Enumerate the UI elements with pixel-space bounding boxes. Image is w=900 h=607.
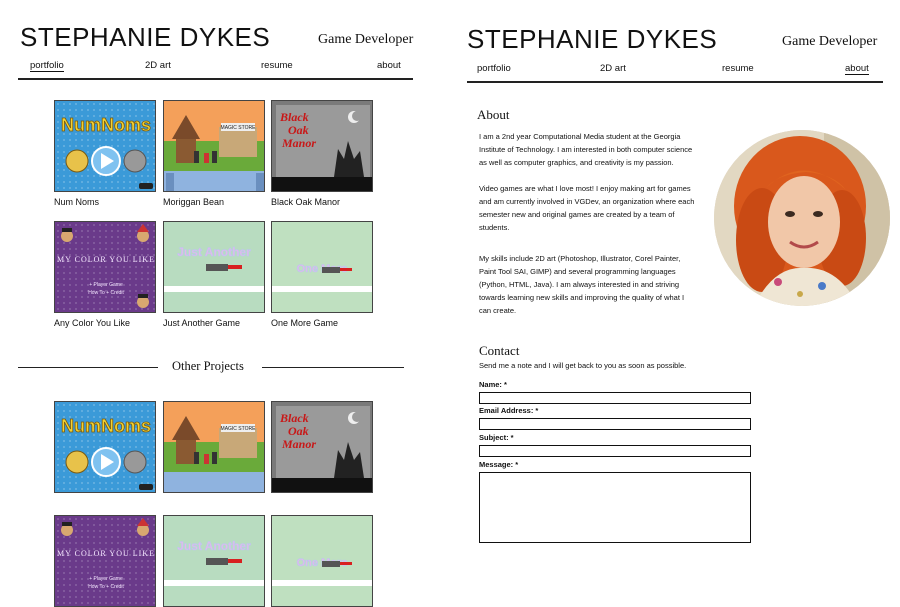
svg-text:How To + Credit: How To + Credit [88,584,124,590]
site-subtitle-about: Game Developer [782,34,878,49]
moriggan-bean-art: MAGIC STORE [164,101,264,191]
svg-text:MY COLOR YOU LIKE: MY COLOR YOU LIKE [57,255,155,264]
any-color-art-2: MY COLOR YOU LIKE + Player Game How To +… [55,516,155,606]
other-projects-heading: Other Projects [172,359,244,373]
nav-portfolio[interactable]: portfolio [30,60,64,72]
svg-text:MY COLOR YOU LIKE: MY COLOR YOU LIKE [57,549,155,558]
nav-bar: portfolio 2D art resume about [18,60,413,80]
svg-text:+ Player Game: + Player Game [89,282,123,288]
thumb-moriggan-bean-2[interactable]: MAGIC STORE [163,401,265,493]
thumb-one-more-2[interactable]: One More [271,515,373,607]
any-color-art: MY COLOR YOU LIKE + Player Game How To +… [55,222,155,312]
nav-resume[interactable]: resume [261,60,293,71]
caption-black-oak-manor: Black Oak Manor [271,197,341,207]
svg-text:MAGIC STORE: MAGIC STORE [221,125,257,131]
subject-label: Subject: * [479,433,514,442]
name-label: Name: * [479,380,507,389]
just-another-art-2: Just Another [164,516,264,606]
svg-text:NumNoms: NumNoms [61,416,151,436]
black-oak-manor-art: Black Oak Manor [272,101,372,191]
num-noms-art-2: NumNoms [55,402,155,492]
message-field[interactable] [479,472,751,543]
one-more-art: One More [272,222,372,312]
contact-heading: Contact [479,343,520,358]
thumb-num-noms[interactable]: NumNoms [54,100,156,192]
site-title-about: STEPHANIE DYKES [467,24,718,54]
svg-text:MAGIC STORE: MAGIC STORE [221,426,257,432]
thumb-any-color-you-like[interactable]: MY COLOR YOU LIKE + Player Game How To +… [54,221,156,313]
portfolio-page: STEPHANIE DYKES Game Developer portfolio… [0,0,430,607]
caption-one-more: One More Game [271,318,339,328]
svg-text:Black: Black [279,110,309,124]
svg-text:Oak: Oak [288,424,309,438]
contact-intro: Send me a note and I will get back to yo… [479,361,687,370]
message-label: Message: * [479,460,519,469]
svg-text:Manor: Manor [281,437,316,451]
name-field[interactable] [479,392,751,404]
profile-photo [714,130,890,306]
svg-text:+ Player Game: + Player Game [89,576,123,582]
caption-num-noms: Num Noms [54,197,100,207]
nav-portfolio[interactable]: portfolio [477,63,511,74]
svg-text:Just Another: Just Another [177,245,251,259]
svg-text:Oak: Oak [288,123,309,137]
about-paragraph-1: I am a 2nd year Computational Media stud… [479,132,693,167]
caption-any-color: Any Color You Like [54,318,131,328]
divider-right [262,367,404,368]
num-noms-art: NumNoms [55,101,155,191]
caption-just-another: Just Another Game [163,318,241,328]
thumb-num-noms-2[interactable]: NumNoms [54,401,156,493]
moriggan-bean-art-2: MAGIC STORE [164,402,264,492]
about-heading: About [477,107,510,122]
nav-about[interactable]: about [845,63,869,75]
thumb-just-another-game[interactable]: Just Another [163,221,265,313]
site-subtitle: Game Developer [318,32,414,47]
thumb-one-more-game[interactable]: One More [271,221,373,313]
subject-field[interactable] [479,445,751,457]
nav-bar-about: portfolio 2D art resume about [467,63,883,83]
thumb-black-oak-manor[interactable]: Black Oak Manor [271,100,373,192]
about-paragraph-3: My skills include 2D art (Photoshop, Ill… [479,254,685,315]
email-field[interactable] [479,418,751,430]
svg-text:NumNoms: NumNoms [61,115,151,135]
caption-moriggan-bean: Moriggan Bean [163,197,225,207]
svg-text:Just Another: Just Another [177,539,251,553]
black-oak-manor-art-2: Black Oak Manor [272,402,372,492]
nav-about[interactable]: about [377,60,401,71]
nav-resume[interactable]: resume [722,63,754,74]
email-label: Email Address: * [479,406,539,415]
svg-text:Manor: Manor [281,136,316,150]
svg-text:How To + Credit: How To + Credit [88,290,124,296]
divider-left [18,367,158,368]
just-another-art: Just Another [164,222,264,312]
thumb-any-color-2[interactable]: MY COLOR YOU LIKE + Player Game How To +… [54,515,156,607]
nav-2d-art[interactable]: 2D art [600,63,626,74]
site-title: STEPHANIE DYKES [20,22,271,52]
svg-text:Black: Black [279,411,309,425]
about-paragraph-2: Video games are what I love most! I enjo… [479,184,695,232]
nav-2d-art[interactable]: 2D art [145,60,171,71]
one-more-art-2: One More [272,516,372,606]
portrait-illustration [714,130,890,306]
thumb-just-another-2[interactable]: Just Another [163,515,265,607]
thumb-moriggan-bean[interactable]: MAGIC STORE [163,100,265,192]
thumb-black-oak-manor-2[interactable]: Black Oak Manor [271,401,373,493]
